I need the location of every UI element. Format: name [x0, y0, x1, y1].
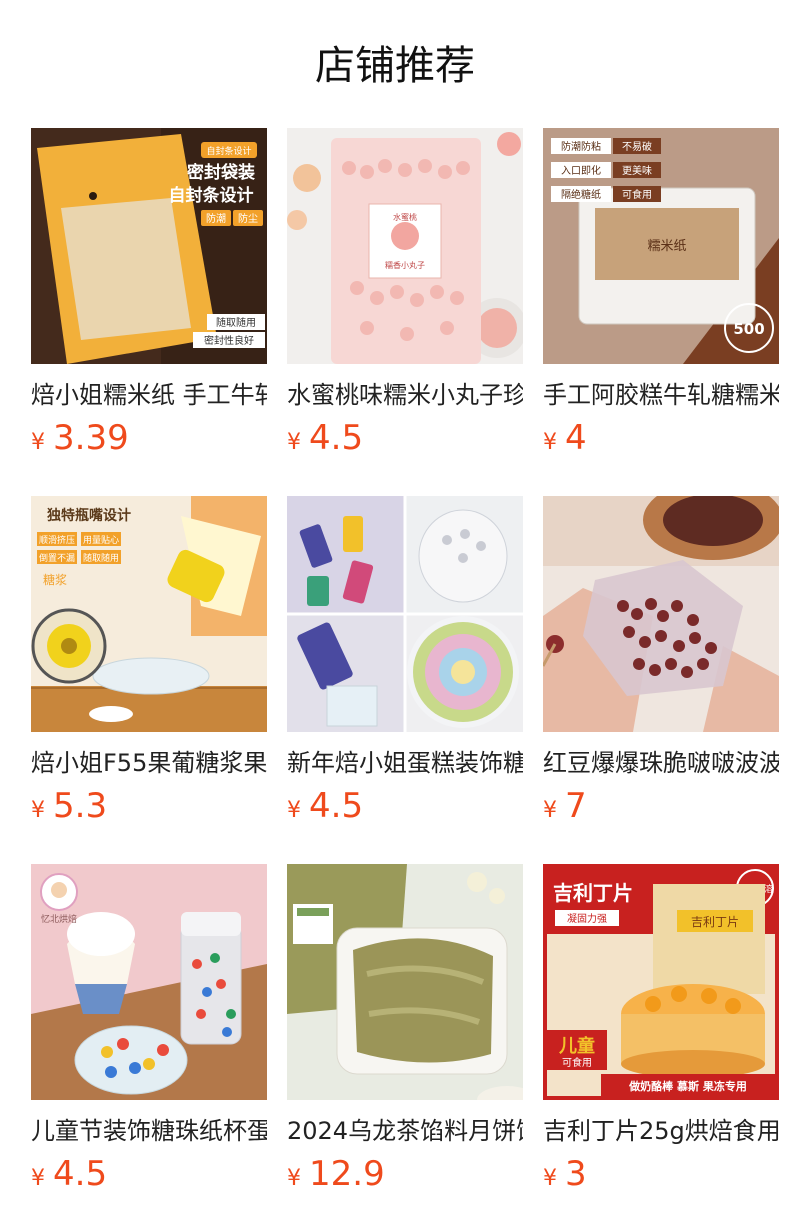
- image-text: 儿童: [558, 1035, 595, 1057]
- image-text: 倒置不漏: [39, 552, 75, 564]
- image-text: 可食用: [622, 188, 652, 201]
- product-photo: 水蜜桃 糯香小丸子: [287, 128, 523, 364]
- image-text: 水蜜桃: [393, 212, 417, 222]
- product-image[interactable]: 忆北烘焙: [31, 864, 267, 1100]
- product-photo: [543, 496, 779, 732]
- product-name[interactable]: 焙小姐糯米纸 手工牛轧糖糯米纸: [31, 378, 267, 412]
- product-card[interactable]: 吉利丁片 凝固力强 即用即溶 吉利丁片 儿童 可食用 做奶酪棒 慕斯 果冻专用 …: [543, 864, 779, 1232]
- image-text: 自封条设计: [206, 145, 251, 157]
- image-text: 凝固力强: [567, 912, 607, 925]
- price-amount: 3.39: [53, 418, 129, 458]
- product-image[interactable]: 独特瓶嘴设计 顺滑挤压 用量贴心 倒置不漏 随取随用 糖浆: [31, 496, 267, 732]
- image-text: 用量贴心: [83, 534, 119, 546]
- product-price: ¥12.9: [287, 1152, 385, 1196]
- image-text: 防潮: [206, 212, 226, 225]
- currency-symbol: ¥: [31, 798, 45, 823]
- product-name[interactable]: 儿童节装饰糖珠纸杯蛋糕: [31, 1114, 267, 1148]
- product-card[interactable]: 红豆爆爆珠脆啵啵波波珠 ¥7: [543, 496, 779, 864]
- image-text: 隔绝糖纸: [561, 188, 601, 201]
- product-photo: [287, 864, 523, 1100]
- product-image[interactable]: [543, 496, 779, 732]
- product-name[interactable]: 吉利丁片25g烘焙食用: [543, 1114, 779, 1148]
- image-text: 随取随用: [216, 316, 256, 329]
- image-text: 密封袋装: [187, 162, 255, 183]
- product-photo: 独特瓶嘴设计 顺滑挤压 用量贴心 倒置不漏 随取随用 糖浆: [31, 496, 267, 732]
- currency-symbol: ¥: [287, 1166, 301, 1191]
- product-grid: 自封条设计 密封袋装 自封条设计 防潮 防尘 随取随用 密封性良好 焙小姐糯米纸…: [31, 128, 779, 1232]
- image-text: 糯香小丸子: [385, 260, 425, 270]
- image-text: 独特瓶嘴设计: [47, 507, 131, 524]
- image-text: 忆北烘焙: [41, 913, 77, 925]
- currency-symbol: ¥: [31, 1166, 45, 1191]
- product-price: ¥7: [543, 784, 587, 828]
- price-amount: 7: [565, 786, 587, 826]
- product-image[interactable]: [287, 496, 523, 732]
- image-text: 糯米纸: [647, 239, 686, 254]
- product-photo: 糯米纸 防潮防粘 不易破 入口即化 更美味 隔绝糖纸 可食用 500: [543, 128, 779, 364]
- product-name[interactable]: 红豆爆爆珠脆啵啵波波珠: [543, 746, 779, 780]
- image-text: 顺滑挤压: [39, 534, 75, 546]
- product-photo: 忆北烘焙: [31, 864, 267, 1100]
- product-name[interactable]: 2024乌龙茶馅料月饼馅: [287, 1114, 523, 1148]
- price-amount: 4: [565, 418, 587, 458]
- image-text: 自封条设计: [169, 185, 254, 206]
- image-text: 500: [733, 320, 764, 338]
- image-text: 吉利丁片: [553, 881, 633, 905]
- image-text: 入口即化: [561, 164, 601, 177]
- product-name[interactable]: 水蜜桃味糯米小丸子珍珠: [287, 378, 523, 412]
- image-text: 糖浆: [43, 572, 67, 587]
- price-amount: 4.5: [309, 418, 364, 458]
- product-name[interactable]: 焙小姐F55果葡糖浆果糖: [31, 746, 267, 780]
- image-text: 防尘: [238, 212, 258, 225]
- image-text: 随取随用: [83, 552, 119, 564]
- product-photo: 吉利丁片 凝固力强 即用即溶 吉利丁片 儿童 可食用 做奶酪棒 慕斯 果冻专用: [543, 864, 779, 1100]
- image-text: 做奶酪棒 慕斯 果冻专用: [628, 1079, 747, 1093]
- currency-symbol: ¥: [287, 430, 301, 455]
- product-price: ¥4: [543, 416, 587, 460]
- product-price: ¥4.5: [31, 1152, 107, 1196]
- price-amount: 5.3: [53, 786, 108, 826]
- product-photo: 自封条设计 密封袋装 自封条设计 防潮 防尘 随取随用 密封性良好: [31, 128, 267, 364]
- product-card[interactable]: 水蜜桃 糯香小丸子 水蜜桃味糯米小丸子珍珠 ¥4.5: [287, 128, 523, 496]
- product-image[interactable]: 水蜜桃 糯香小丸子: [287, 128, 523, 364]
- image-text: 更美味: [622, 164, 652, 177]
- product-image[interactable]: 吉利丁片 凝固力强 即用即溶 吉利丁片 儿童 可食用 做奶酪棒 慕斯 果冻专用: [543, 864, 779, 1100]
- image-text: 不易破: [622, 140, 652, 153]
- price-amount: 3: [565, 1154, 587, 1194]
- product-name[interactable]: 手工阿胶糕牛轧糖糯米纸: [543, 378, 779, 412]
- price-amount: 4.5: [309, 786, 364, 826]
- product-image[interactable]: 糯米纸 防潮防粘 不易破 入口即化 更美味 隔绝糖纸 可食用 500: [543, 128, 779, 364]
- price-amount: 12.9: [309, 1154, 385, 1194]
- currency-symbol: ¥: [287, 798, 301, 823]
- product-price: ¥3: [543, 1152, 587, 1196]
- product-card[interactable]: 忆北烘焙 儿童节装饰糖珠纸杯蛋糕 ¥4.5: [31, 864, 267, 1232]
- currency-symbol: ¥: [31, 430, 45, 455]
- product-price: ¥4.5: [287, 784, 363, 828]
- image-text: 防潮防粘: [561, 140, 601, 153]
- product-image[interactable]: [287, 864, 523, 1100]
- currency-symbol: ¥: [543, 1166, 557, 1191]
- product-card[interactable]: 新年焙小姐蛋糕装饰糖珠 ¥4.5: [287, 496, 523, 864]
- product-photo: [287, 496, 523, 732]
- image-text: 可食用: [562, 1056, 592, 1069]
- price-amount: 4.5: [53, 1154, 108, 1194]
- currency-symbol: ¥: [543, 798, 557, 823]
- product-price: ¥3.39: [31, 416, 129, 460]
- product-card[interactable]: 自封条设计 密封袋装 自封条设计 防潮 防尘 随取随用 密封性良好 焙小姐糯米纸…: [31, 128, 267, 496]
- product-price: ¥4.5: [287, 416, 363, 460]
- image-text: 密封性良好: [204, 334, 254, 347]
- product-card[interactable]: 2024乌龙茶馅料月饼馅 ¥12.9: [287, 864, 523, 1232]
- product-price: ¥5.3: [31, 784, 107, 828]
- product-card[interactable]: 糯米纸 防潮防粘 不易破 入口即化 更美味 隔绝糖纸 可食用 500 手工阿胶糕…: [543, 128, 779, 496]
- product-name[interactable]: 新年焙小姐蛋糕装饰糖珠: [287, 746, 523, 780]
- product-image[interactable]: 自封条设计 密封袋装 自封条设计 防潮 防尘 随取随用 密封性良好: [31, 128, 267, 364]
- product-card[interactable]: 独特瓶嘴设计 顺滑挤压 用量贴心 倒置不漏 随取随用 糖浆 焙小姐F55果葡糖浆…: [31, 496, 267, 864]
- image-text: 吉利丁片: [691, 915, 739, 929]
- currency-symbol: ¥: [543, 430, 557, 455]
- page-title: 店铺推荐: [315, 43, 475, 89]
